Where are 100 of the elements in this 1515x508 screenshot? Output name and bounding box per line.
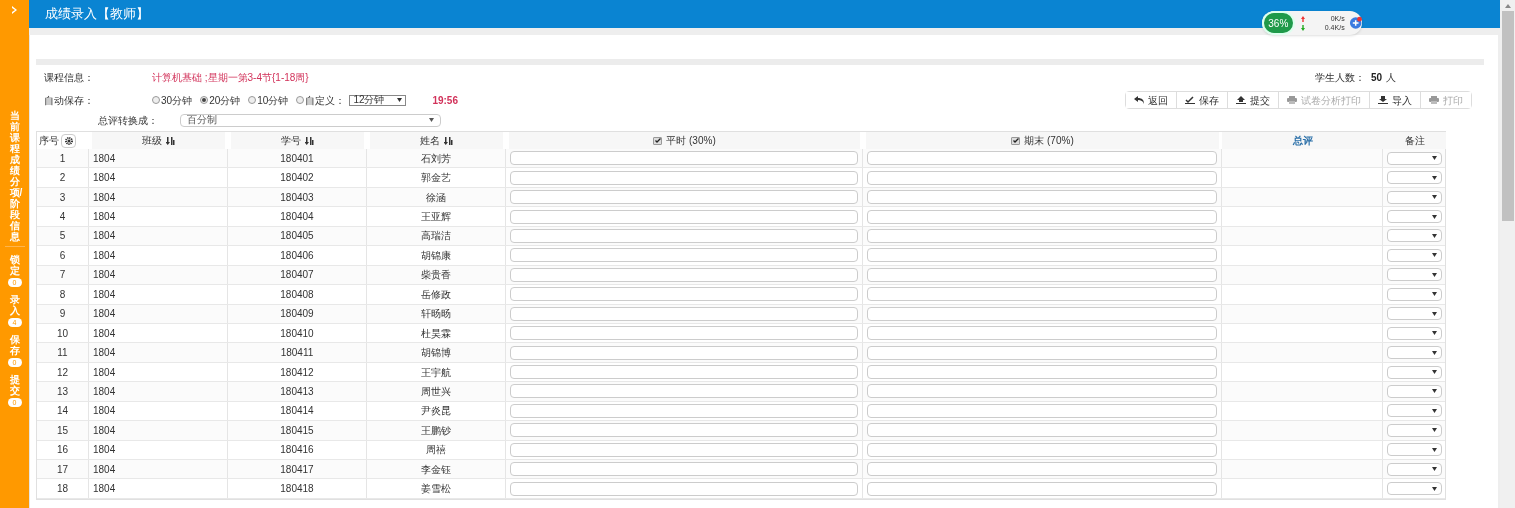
score-input[interactable] — [867, 170, 1217, 185]
score-input[interactable] — [867, 267, 1217, 282]
score-input[interactable] — [867, 403, 1217, 418]
radio-button[interactable] — [296, 96, 305, 104]
remark-select[interactable] — [1387, 210, 1442, 224]
column-checkbox[interactable] — [1011, 136, 1021, 145]
score-input[interactable] — [867, 190, 1217, 205]
score-input[interactable] — [510, 306, 858, 321]
remark-select[interactable] — [1387, 151, 1442, 165]
score-input[interactable] — [867, 326, 1217, 341]
score-input[interactable] — [510, 326, 858, 341]
sidebar-title: 当前课程成绩分项/阶段信息 — [9, 110, 20, 242]
remark-select[interactable] — [1387, 190, 1442, 204]
sort-icon — [305, 136, 314, 145]
scroll-up-arrow-icon[interactable] — [1504, 4, 1511, 8]
student-id-cell-text: 180407 — [280, 268, 314, 283]
score-input[interactable] — [510, 481, 858, 496]
remark-select[interactable] — [1387, 443, 1442, 457]
plus-icon — [1348, 16, 1362, 30]
caret-icon — [1432, 428, 1437, 433]
score-input[interactable] — [510, 345, 858, 360]
remark-select[interactable] — [1387, 384, 1442, 398]
score-input[interactable] — [510, 423, 858, 438]
remark-select[interactable] — [1387, 346, 1442, 360]
sortable-column-header[interactable]: 姓名 — [370, 132, 503, 149]
student-id-cell-text: 180401 — [280, 151, 314, 166]
caret-icon — [1432, 195, 1437, 200]
class-cell-text: 1804 — [93, 151, 116, 166]
caret-icon — [1432, 175, 1437, 180]
row-number: 13 — [56, 384, 69, 399]
score-input[interactable] — [510, 462, 858, 477]
caret-icon — [1432, 156, 1437, 161]
score-input[interactable] — [867, 365, 1217, 380]
radio-button[interactable] — [248, 96, 257, 104]
checkmark-icon — [654, 138, 661, 143]
expand-chevron-icon[interactable] — [11, 6, 18, 14]
printer-icon — [1429, 96, 1439, 104]
remark-select[interactable] — [1387, 404, 1442, 418]
radio-button[interactable] — [200, 96, 209, 104]
score-input[interactable] — [510, 403, 858, 418]
remark-select[interactable] — [1387, 365, 1442, 379]
score-input[interactable] — [867, 248, 1217, 263]
grade-scale-select[interactable]: 百分制 — [180, 113, 441, 127]
remark-select[interactable] — [1387, 171, 1442, 185]
radio-option[interactable]: 30分钟 — [152, 92, 193, 108]
settings-button[interactable] — [61, 133, 76, 148]
radio-option[interactable]: 20分钟 — [200, 92, 241, 108]
row-number: 16 — [56, 443, 69, 458]
score-input[interactable] — [510, 365, 858, 380]
sort-icon — [166, 136, 175, 145]
column-checkbox[interactable] — [653, 136, 663, 145]
score-input[interactable] — [510, 151, 858, 166]
interval-select[interactable]: 12分钟 — [349, 94, 407, 106]
score-input[interactable] — [867, 306, 1217, 321]
score-input[interactable] — [867, 209, 1217, 224]
score-input[interactable] — [510, 228, 858, 243]
remark-select[interactable] — [1387, 287, 1442, 301]
remark-select[interactable] — [1387, 482, 1442, 496]
score-input[interactable] — [867, 481, 1217, 496]
sortable-column-header[interactable]: 学号 — [231, 132, 364, 149]
score-input[interactable] — [867, 228, 1217, 243]
import-icon — [1378, 96, 1388, 104]
score-input[interactable] — [867, 345, 1217, 360]
field-label: 总评转换成： — [98, 113, 159, 128]
remark-select[interactable] — [1387, 229, 1442, 243]
radio-option[interactable]: 10分钟 — [248, 92, 289, 108]
sortable-column-header[interactable]: 班级 — [92, 132, 225, 149]
score-input[interactable] — [510, 384, 858, 399]
caret-icon — [397, 98, 403, 102]
remark-select[interactable] — [1387, 307, 1442, 321]
score-input[interactable] — [867, 287, 1217, 302]
row-number: 5 — [59, 229, 66, 244]
caret-icon — [1432, 467, 1437, 472]
score-input[interactable] — [867, 462, 1217, 477]
student-id-cell-text: 180403 — [280, 190, 314, 205]
remark-select[interactable] — [1387, 423, 1442, 437]
student-count-unit: 人 — [1386, 71, 1396, 85]
radio-option[interactable]: 自定义： — [296, 92, 346, 108]
class-cell-text: 1804 — [93, 443, 116, 458]
remark-select[interactable] — [1387, 462, 1442, 476]
caret-icon — [1432, 486, 1437, 491]
radio-button[interactable] — [152, 96, 160, 104]
caret-icon — [1432, 370, 1437, 375]
score-input[interactable] — [510, 267, 858, 282]
remark-select[interactable] — [1387, 268, 1442, 282]
score-input[interactable] — [867, 442, 1217, 457]
score-input[interactable] — [510, 248, 858, 263]
score-input[interactable] — [867, 423, 1217, 438]
score-input[interactable] — [510, 287, 858, 302]
score-input[interactable] — [510, 442, 858, 457]
score-input[interactable] — [867, 151, 1217, 166]
score-input[interactable] — [510, 170, 858, 185]
row-number: 17 — [56, 462, 69, 477]
row-number: 14 — [56, 404, 69, 419]
remark-select[interactable] — [1387, 326, 1442, 340]
score-input[interactable] — [510, 209, 858, 224]
remark-select[interactable] — [1387, 248, 1442, 262]
score-input[interactable] — [867, 384, 1217, 399]
class-cell-text: 1804 — [93, 268, 116, 283]
score-input[interactable] — [510, 190, 858, 205]
